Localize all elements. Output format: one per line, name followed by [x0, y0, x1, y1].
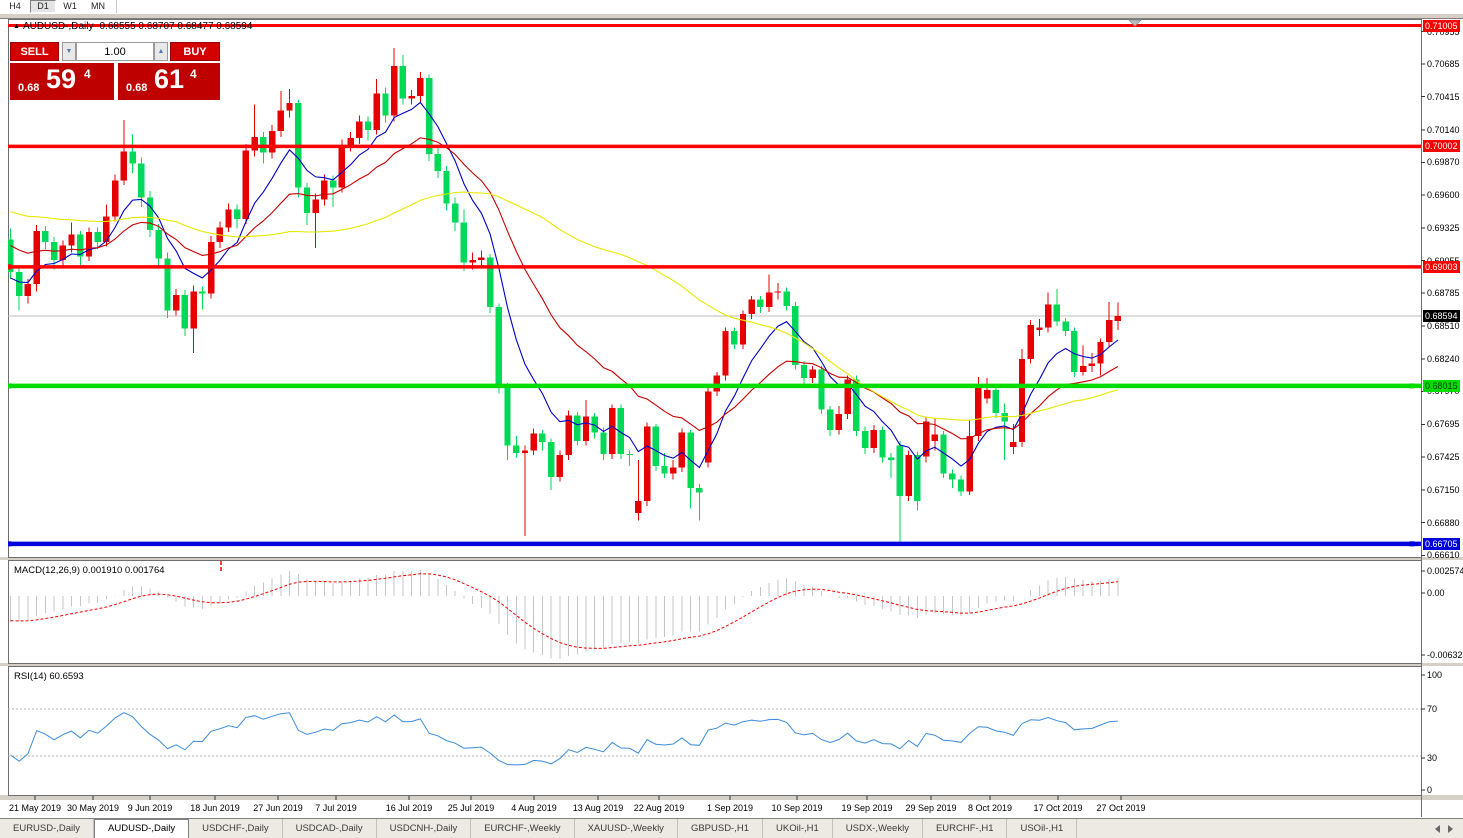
date-label-22-aug-2019: 22 Aug 2019 [633, 803, 685, 813]
line-price-tag-0.68015: 0.68015 [1423, 379, 1460, 392]
tab-scroll-left-icon[interactable] [1435, 825, 1440, 833]
chart-ohlc-values: 0.68555 0.68707 0.68477 0.68594 [99, 21, 253, 32]
date-label-21-may-2019: 21 May 2019 [8, 803, 62, 813]
tab-scroll-controls [1425, 819, 1463, 838]
chart-tabs: EURUSD-,Daily AUDUSD-,Daily USDCHF-,Daily U… [0, 819, 1078, 838]
tab-eurchf-h1[interactable]: EURCHF-,H1 [923, 819, 1008, 838]
price-axis[interactable]: 0.70955 0.70685 0.70415 0.70140 0.69870 0.696… [1422, 14, 1463, 817]
price-tick-0.70685: 0.70685 [1427, 59, 1460, 70]
macd-indicator-label: MACD(12,26,9) 0.001910 0.001764 [14, 565, 165, 576]
price-tick-0.69870: 0.69870 [1427, 157, 1460, 168]
date-label-29-sep-2019: 29 Sep 2019 [905, 803, 957, 813]
rsi-tick-30: 30 [1427, 753, 1438, 763]
buy-price-pips: 61 [154, 64, 185, 94]
chart-collapse-icon[interactable]: ▲ [13, 23, 20, 30]
tab-scroll-right-icon[interactable] [1448, 825, 1453, 833]
tab-eurchf-weekly[interactable]: EURCHF-,Weekly [471, 819, 575, 838]
tab-audusd-daily[interactable]: AUDUSD-,Daily [94, 819, 190, 838]
chart-canvas[interactable] [0, 0, 1463, 838]
price-tick-0.70415: 0.70415 [1427, 91, 1460, 102]
sell-price-pips: 59 [46, 64, 77, 94]
volume-decrease-button[interactable]: ▼ [62, 42, 76, 61]
price-tick-0.67150: 0.67150 [1427, 485, 1460, 496]
date-label-10-sep-2019: 10 Sep 2019 [771, 803, 823, 813]
buy-price-point: 4 [190, 67, 197, 81]
date-label-4-aug-2019: 4 Aug 2019 [511, 803, 557, 813]
tab-usdx-weekly[interactable]: USDX-,Weekly [833, 819, 923, 838]
price-tick-0.67425: 0.67425 [1427, 452, 1460, 463]
tab-ukoil-h1[interactable]: UKOil-,H1 [763, 819, 833, 838]
date-label-7-jul-2019: 7 Jul 2019 [315, 803, 357, 813]
date-label-27-oct-2019: 27 Oct 2019 [1096, 803, 1146, 813]
rsi-tick-70: 70 [1427, 704, 1438, 714]
date-label-1-sep-2019: 1 Sep 2019 [706, 803, 754, 813]
date-label-9-jun-2019: 9 Jun 2019 [127, 803, 173, 813]
price-tick-0.69325: 0.69325 [1427, 223, 1460, 233]
date-label-25-jul-2019: 25 Jul 2019 [447, 803, 495, 813]
volume-input[interactable] [76, 42, 154, 61]
price-tick-0.68510: 0.68510 [1427, 321, 1460, 332]
line-price-tag-0.71005: 0.71005 [1423, 19, 1460, 32]
price-tick-0.66880: 0.66880 [1427, 517, 1460, 528]
date-axis[interactable]: 21 May 2019 30 May 2019 9 Jun 2019 18 Jun 2… [0, 800, 1421, 817]
price-tick-0.69600: 0.69600 [1427, 189, 1460, 200]
line-price-tag-0.69003: 0.69003 [1423, 260, 1460, 273]
macd-tick--0.006326: -0.006326 [1427, 650, 1463, 660]
rsi-tick-100: 100 [1427, 670, 1443, 680]
mt4-window: H4 D1 W1 MN ▲ AUDUSD-,Daily 0.68555 0.68707 0… [0, 0, 1463, 838]
volume-increase-button[interactable]: ▲ [154, 42, 168, 61]
date-label-18-jun-2019: 18 Jun 2019 [190, 803, 240, 813]
tab-usoil-h1[interactable]: USOil-,H1 [1007, 819, 1078, 838]
one-click-trade-panel: SELL ▼ ▲ BUY 0.68 59 4 0.68 61 4 [10, 42, 220, 100]
current-price-tag: 0.68594 [1423, 310, 1460, 323]
macd-tick-0.002574: 0.002574 [1427, 566, 1463, 576]
sell-price-integer: 0.68 [18, 82, 40, 94]
price-tick-0.68240: 0.68240 [1427, 353, 1460, 364]
date-label-17-oct-2019: 17 Oct 2019 [1033, 803, 1083, 813]
sell-button[interactable]: SELL [10, 42, 59, 61]
tab-usdcnh-daily[interactable]: USDCNH-,Daily [377, 819, 472, 838]
buy-price-box[interactable]: 0.68 61 4 [118, 63, 220, 100]
date-label-13-aug-2019: 13 Aug 2019 [572, 803, 624, 813]
sell-price-box[interactable]: 0.68 59 4 [10, 63, 114, 100]
date-label-30-may-2019: 30 May 2019 [66, 803, 120, 813]
tab-eurusd-daily[interactable]: EURUSD-,Daily [0, 819, 95, 838]
line-price-tag-0.66705: 0.66705 [1423, 537, 1460, 550]
date-label-8-oct-2019: 8 Oct 2019 [967, 803, 1013, 813]
rsi-tick-0: 0 [1427, 785, 1433, 795]
price-tick-0.67695: 0.67695 [1427, 419, 1460, 430]
rsi-indicator-label: RSI(14) 60.6593 [14, 671, 84, 682]
line-price-tag-0.70002: 0.70002 [1423, 140, 1460, 153]
trade-buttons-row: SELL ▼ ▲ BUY [10, 42, 220, 62]
buy-price-integer: 0.68 [126, 82, 148, 94]
price-tick-0.66610: 0.66610 [1427, 550, 1460, 561]
chart-title: ▲ AUDUSD-,Daily 0.68555 0.68707 0.68477 0.… [13, 21, 252, 32]
price-tick-0.70140: 0.70140 [1427, 124, 1460, 135]
date-label-16-jul-2019: 16 Jul 2019 [385, 803, 433, 813]
tab-xauusd-weekly[interactable]: XAUUSD-,Weekly [575, 819, 678, 838]
sell-price-point: 4 [84, 67, 91, 81]
macd-tick-0.00: 0.00 [1427, 588, 1445, 598]
tab-usdchf-daily[interactable]: USDCHF-,Daily [189, 819, 283, 838]
date-label-19-sep-2019: 19 Sep 2019 [841, 803, 893, 813]
tab-usdcad-daily[interactable]: USDCAD-,Daily [283, 819, 377, 838]
tab-gbpusd-h1[interactable]: GBPUSD-,H1 [678, 819, 764, 838]
chart-tab-bar: EURUSD-,Daily AUDUSD-,Daily USDCHF-,Daily U… [0, 818, 1463, 838]
chart-symbol-period: AUDUSD-,Daily [22, 21, 94, 32]
buy-button[interactable]: BUY [170, 42, 220, 61]
date-label-27-jun-2019: 27 Jun 2019 [253, 803, 303, 813]
price-tick-0.68785: 0.68785 [1427, 288, 1460, 299]
